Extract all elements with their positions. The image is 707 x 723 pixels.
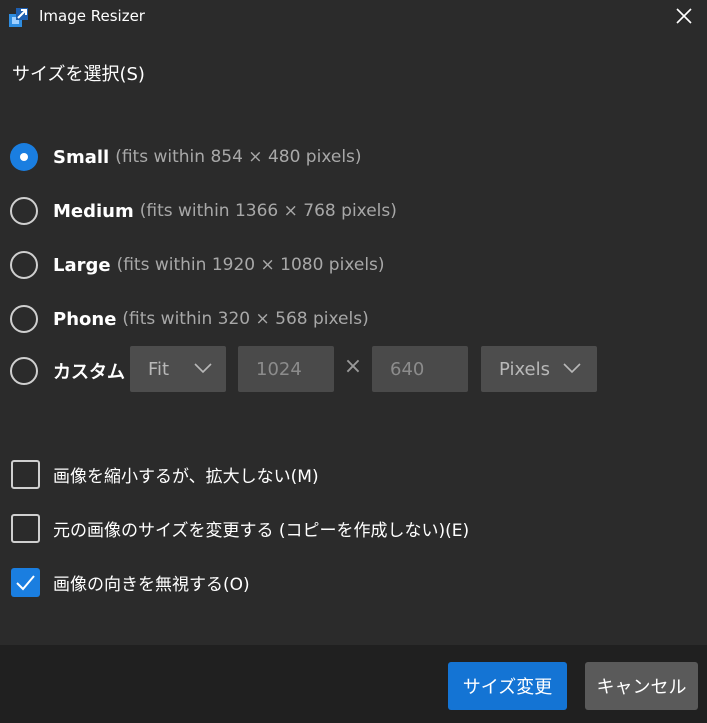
fit-mode-dropdown[interactable]: Fit [130, 346, 226, 392]
option-label: 元の画像のサイズを変更する (コピーを作成しない)(E) [53, 520, 470, 541]
dialog-footer: サイズ変更 キャンセル [0, 645, 707, 723]
resize-button[interactable]: サイズ変更 [448, 662, 567, 710]
checkbox-replace-originals[interactable] [11, 513, 40, 543]
option-ignore-orientation[interactable]: 画像の向きを無視する(O) [11, 567, 250, 597]
fit-mode-value: Fit [148, 358, 170, 380]
image-resizer-window: Image Resizer サイズを選択(S) Small (fits with… [0, 0, 707, 723]
custom-height-input[interactable]: 640 [372, 346, 468, 392]
size-option-medium[interactable]: Medium (fits within 1366 × 768 pixels) [10, 195, 397, 227]
select-size-heading: サイズを選択(S) [12, 64, 145, 85]
size-label: Medium [53, 200, 134, 222]
size-option-large[interactable]: Large (fits within 1920 × 1080 pixels) [10, 249, 385, 281]
custom-label: カスタム [53, 362, 125, 383]
size-label: Phone [53, 308, 117, 330]
close-button[interactable] [670, 2, 698, 30]
radio-custom[interactable] [10, 357, 38, 385]
option-replace-originals[interactable]: 元の画像のサイズを変更する (コピーを作成しない)(E) [11, 513, 469, 543]
radio-small[interactable] [10, 143, 38, 171]
checkmark-icon [16, 574, 35, 590]
image-resizer-icon [8, 6, 30, 28]
checkbox-shrink-only[interactable] [11, 459, 40, 489]
size-label: Small [53, 146, 110, 168]
checkbox-ignore-orientation[interactable] [11, 567, 40, 597]
custom-height-value: 640 [390, 358, 425, 380]
window-title: Image Resizer [39, 7, 145, 25]
unit-dropdown[interactable]: Pixels [481, 346, 597, 392]
unit-value: Pixels [499, 358, 551, 380]
title-bar: Image Resizer [0, 0, 707, 34]
cancel-button[interactable]: キャンセル [585, 662, 698, 710]
size-description: (fits within 1366 × 768 pixels) [139, 201, 397, 221]
close-icon [676, 8, 692, 24]
size-option-small[interactable]: Small (fits within 854 × 480 pixels) [10, 141, 362, 173]
custom-width-value: 1024 [256, 358, 302, 380]
size-option-phone[interactable]: Phone (fits within 320 × 568 pixels) [10, 303, 369, 335]
size-description: (fits within 1920 × 1080 pixels) [116, 255, 385, 275]
size-description: (fits within 320 × 568 pixels) [122, 309, 369, 329]
option-label: 画像の向きを無視する(O) [53, 574, 250, 595]
custom-width-input[interactable]: 1024 [238, 346, 334, 392]
radio-medium[interactable] [10, 197, 38, 225]
radio-phone[interactable] [10, 305, 38, 333]
option-shrink-only[interactable]: 画像を縮小するが、拡大しない(M) [11, 459, 319, 489]
option-label: 画像を縮小するが、拡大しない(M) [53, 466, 319, 487]
size-label: Large [53, 254, 111, 276]
radio-large[interactable] [10, 251, 38, 279]
size-option-custom[interactable]: カスタム [10, 355, 125, 387]
chevron-down-icon [194, 363, 212, 374]
size-description: (fits within 854 × 480 pixels) [115, 147, 362, 167]
times-sign: × [343, 354, 363, 379]
chevron-down-icon [563, 363, 581, 374]
